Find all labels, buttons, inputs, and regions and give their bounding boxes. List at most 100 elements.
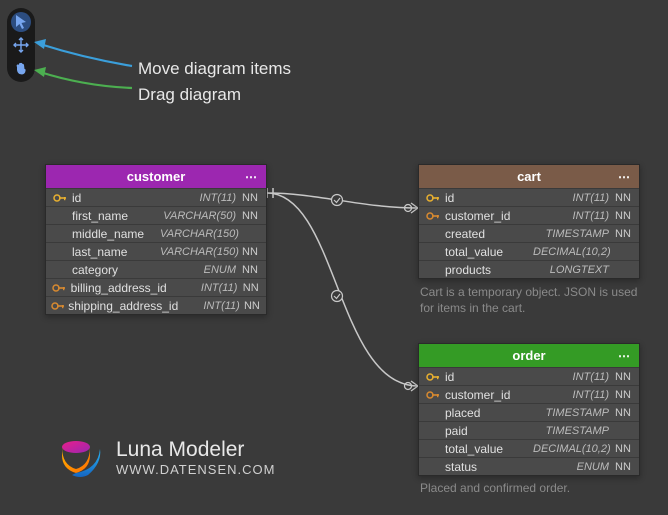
- column-nn: NN: [613, 407, 633, 419]
- entity-order-title: order ⋯: [419, 344, 639, 367]
- column-type: INT(11): [533, 371, 613, 383]
- hint-move-label: Move diagram items: [138, 56, 291, 82]
- column-name: paid: [443, 424, 533, 438]
- column-type: TIMESTAMP: [533, 425, 613, 437]
- column-row[interactable]: customer_idINT(11)NN: [419, 385, 639, 403]
- column-type: TIMESTAMP: [533, 228, 613, 240]
- column-nn: NN: [613, 461, 633, 473]
- column-type: DECIMAL(10,2): [533, 246, 613, 258]
- brand-logo: Luna Modeler WWW.DATENSEN.COM: [58, 435, 275, 479]
- select-tool-button[interactable]: [11, 12, 31, 32]
- column-nn: NN: [244, 300, 260, 312]
- column-nn: NN: [613, 443, 633, 455]
- entity-order-name: order: [512, 348, 545, 363]
- column-type: INT(11): [178, 300, 244, 312]
- brand-text: Luna Modeler WWW.DATENSEN.COM: [116, 438, 275, 477]
- column-type: INT(11): [533, 389, 613, 401]
- column-type: VARCHAR(150): [160, 228, 240, 240]
- column-type: INT(11): [167, 282, 242, 294]
- column-row[interactable]: middle_nameVARCHAR(150): [46, 224, 266, 242]
- column-name: id: [443, 191, 533, 205]
- column-name: customer_id: [443, 209, 533, 223]
- column-name: last_name: [70, 245, 160, 259]
- entity-menu-icon[interactable]: ⋯: [618, 349, 631, 363]
- column-row[interactable]: total_valueDECIMAL(10,2)NN: [419, 439, 639, 457]
- column-type: DECIMAL(10,2): [533, 443, 613, 455]
- column-row[interactable]: idINT(11)NN: [46, 188, 266, 206]
- foreign-key-icon: [423, 390, 443, 400]
- column-nn: NN: [240, 192, 260, 204]
- entity-menu-icon[interactable]: ⋯: [618, 170, 631, 184]
- column-nn: NN: [613, 210, 633, 222]
- relationship-customer-cart: [267, 186, 418, 216]
- primary-key-icon: [50, 193, 70, 203]
- column-row[interactable]: createdTIMESTAMPNN: [419, 224, 639, 242]
- column-row[interactable]: first_nameVARCHAR(50)NN: [46, 206, 266, 224]
- column-row[interactable]: customer_idINT(11)NN: [419, 206, 639, 224]
- entity-cart-title: cart ⋯: [419, 165, 639, 188]
- column-name: customer_id: [443, 388, 533, 402]
- column-nn: NN: [613, 192, 633, 204]
- column-nn: NN: [240, 210, 260, 222]
- entity-customer[interactable]: customer ⋯ idINT(11)NNfirst_nameVARCHAR(…: [45, 164, 267, 315]
- column-type: ENUM: [533, 461, 613, 473]
- column-name: placed: [443, 406, 533, 420]
- column-name: status: [443, 460, 533, 474]
- pan-tool-button[interactable]: [11, 58, 31, 78]
- column-name: billing_address_id: [69, 281, 167, 295]
- column-nn: NN: [613, 371, 633, 383]
- entity-cart-name: cart: [517, 169, 541, 184]
- column-type: ENUM: [160, 264, 240, 276]
- column-row[interactable]: last_nameVARCHAR(150)NN: [46, 242, 266, 260]
- column-row[interactable]: paidTIMESTAMP: [419, 421, 639, 439]
- entity-customer-name: customer: [127, 169, 186, 184]
- entity-menu-icon[interactable]: ⋯: [245, 170, 258, 184]
- column-name: first_name: [70, 209, 160, 223]
- column-row[interactable]: productsLONGTEXT: [419, 260, 639, 278]
- column-type: LONGTEXT: [533, 264, 613, 276]
- brand-name: Luna Modeler: [116, 438, 275, 462]
- column-nn: NN: [241, 282, 260, 294]
- column-row[interactable]: statusENUMNN: [419, 457, 639, 475]
- primary-key-icon: [423, 372, 443, 382]
- hint-drag-label: Drag diagram: [138, 82, 291, 108]
- foreign-key-icon: [50, 283, 69, 293]
- column-type: INT(11): [160, 192, 240, 204]
- hint-arrow-move: [34, 30, 134, 81]
- primary-key-icon: [423, 193, 443, 203]
- foreign-key-icon: [423, 211, 443, 221]
- column-row[interactable]: idINT(11)NN: [419, 367, 639, 385]
- entity-cart[interactable]: cart ⋯ idINT(11)NNcustomer_idINT(11)NNcr…: [418, 164, 640, 279]
- column-name: created: [443, 227, 533, 241]
- column-type: TIMESTAMP: [533, 407, 613, 419]
- foreign-key-icon: [50, 301, 66, 311]
- column-row[interactable]: categoryENUMNN: [46, 260, 266, 278]
- brand-url: WWW.DATENSEN.COM: [116, 462, 275, 477]
- column-name: total_value: [443, 442, 533, 456]
- column-nn: NN: [240, 264, 260, 276]
- column-nn: NN: [240, 246, 260, 258]
- column-row[interactable]: placedTIMESTAMPNN: [419, 403, 639, 421]
- column-name: middle_name: [70, 227, 160, 241]
- column-nn: NN: [613, 228, 633, 240]
- entity-order[interactable]: order ⋯ idINT(11)NNcustomer_idINT(11)NNp…: [418, 343, 640, 476]
- column-row[interactable]: total_valueDECIMAL(10,2): [419, 242, 639, 260]
- hints-text: Move diagram items Drag diagram: [138, 56, 291, 108]
- column-row[interactable]: idINT(11)NN: [419, 188, 639, 206]
- entity-order-note: Placed and confirmed order.: [420, 480, 642, 496]
- column-type: INT(11): [533, 210, 613, 222]
- relationship-customer-order: [267, 186, 418, 406]
- entity-cart-note: Cart is a temporary object. JSON is used…: [420, 284, 642, 316]
- entity-customer-title: customer ⋯: [46, 165, 266, 188]
- hint-arrow-drag: [34, 60, 134, 99]
- column-name: total_value: [443, 245, 533, 259]
- column-row[interactable]: billing_address_idINT(11)NN: [46, 278, 266, 296]
- column-row[interactable]: shipping_address_idINT(11)NN: [46, 296, 266, 314]
- column-type: VARCHAR(150): [160, 246, 240, 258]
- column-name: id: [443, 370, 533, 384]
- column-type: INT(11): [533, 192, 613, 204]
- column-name: shipping_address_id: [66, 299, 178, 313]
- move-tool-button[interactable]: [11, 35, 31, 55]
- column-name: category: [70, 263, 160, 277]
- column-name: id: [70, 191, 160, 205]
